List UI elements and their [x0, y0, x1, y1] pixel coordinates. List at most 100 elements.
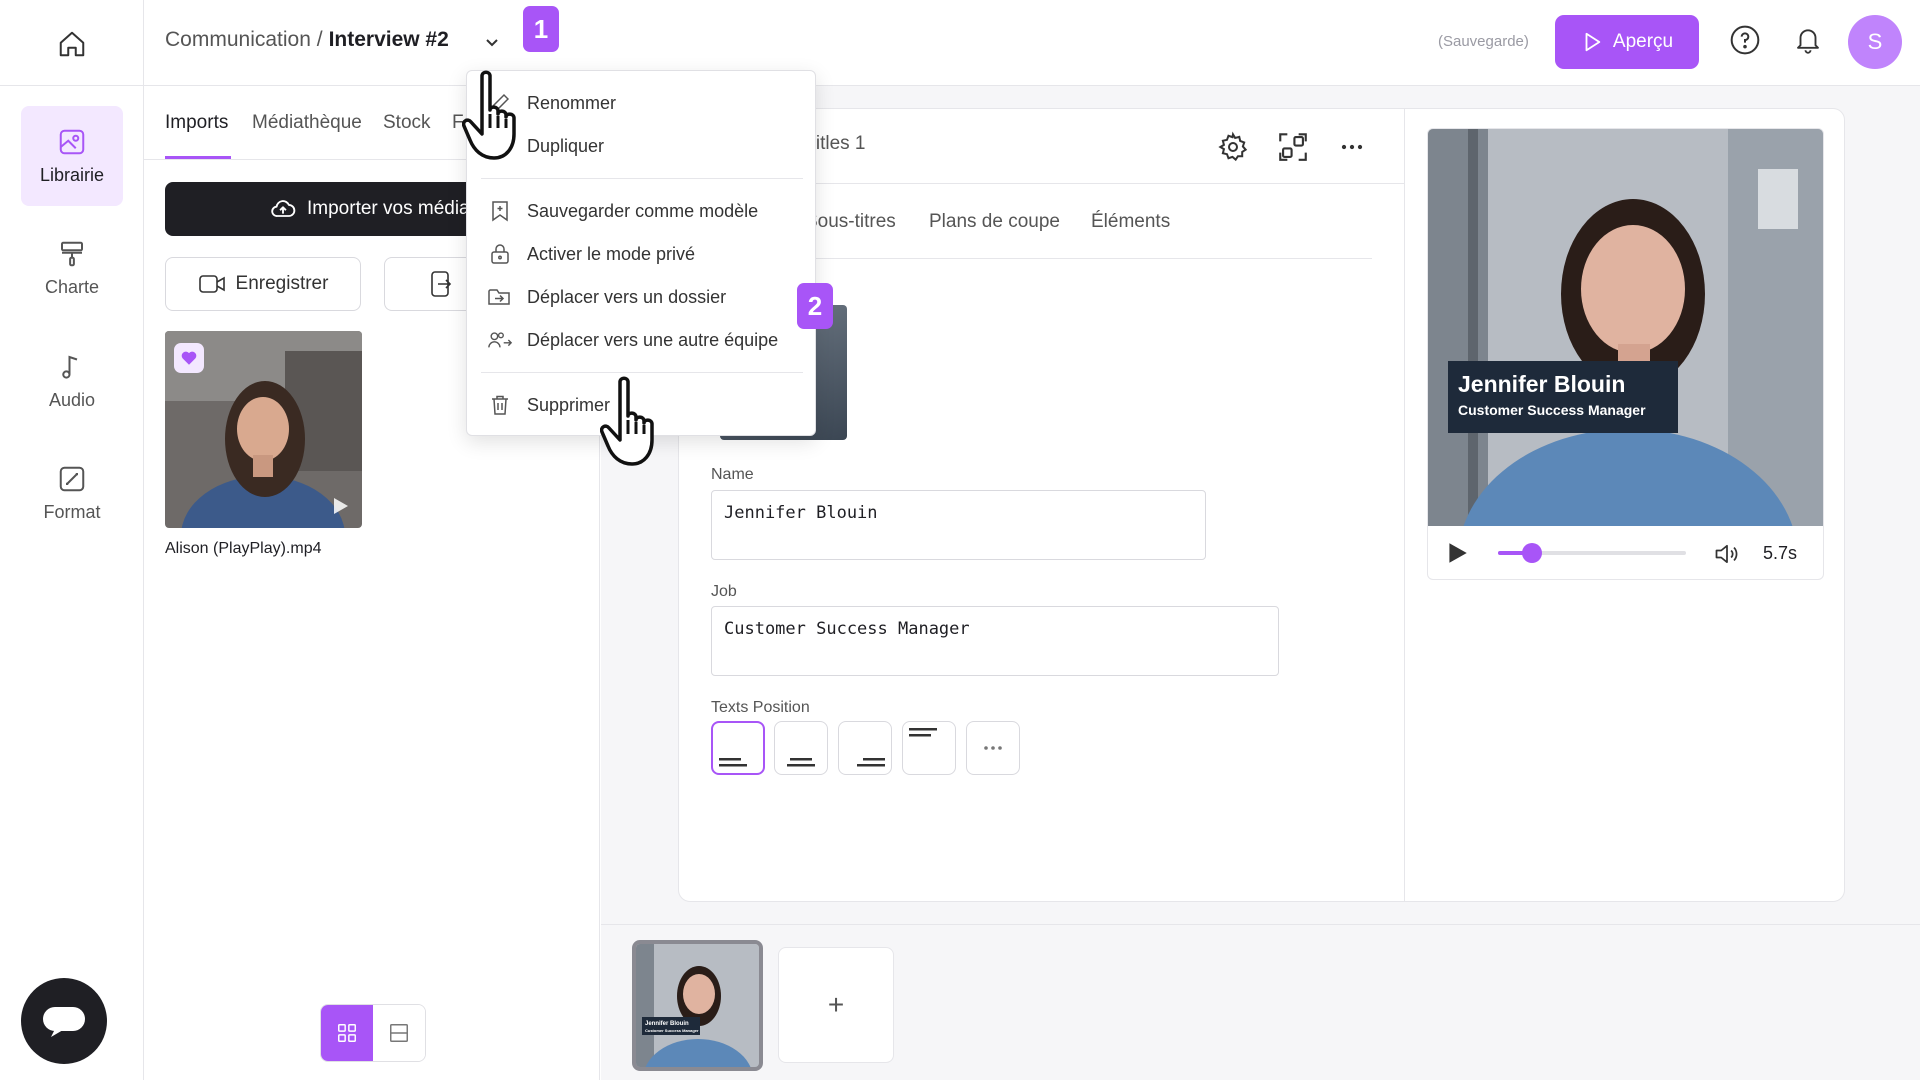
seek-bar[interactable]: [1498, 543, 1686, 563]
library-tab-imports[interactable]: Imports: [165, 112, 228, 134]
menu-label-delete: Supprimer: [527, 394, 611, 415]
editor-tab-cutaways[interactable]: Plans de coupe: [929, 211, 1060, 233]
step-badge-2: 2: [797, 283, 833, 329]
menu-item-private-mode[interactable]: Activer le mode privé: [487, 236, 807, 272]
editor-tab-elements[interactable]: Éléments: [1091, 211, 1170, 233]
chevron-down-icon: [486, 39, 498, 47]
list-view-icon: [390, 1024, 408, 1042]
video-preview: Jennifer Blouin Customer Success Manager…: [1427, 128, 1824, 580]
rail-label-librairie: Librairie: [39, 164, 105, 185]
editor-tab-subtitles[interactable]: Sous-titres: [805, 211, 896, 233]
menu-divider: [481, 178, 803, 179]
lower-third-job: Customer Success Manager: [1458, 402, 1646, 418]
position-top-left-button[interactable]: [902, 721, 956, 775]
menu-item-move-team[interactable]: Déplacer vers une autre équipe: [487, 322, 807, 358]
align-bottom-right-icon: [857, 758, 885, 767]
position-more-button[interactable]: [966, 721, 1020, 775]
play-icon: [1449, 543, 1467, 563]
rail-label-format: Format: [43, 501, 101, 522]
menu-item-save-template[interactable]: Sauvegarder comme modèle: [487, 193, 807, 229]
music-note-icon: [62, 355, 78, 379]
home-button[interactable]: [52, 24, 92, 64]
position-bottom-center-button[interactable]: [774, 721, 828, 775]
rail-item-format[interactable]: Format: [21, 443, 123, 543]
step-badge-1: 1: [523, 6, 559, 52]
add-scene-button[interactable]: +: [778, 947, 894, 1063]
editor-preview-divider: [1404, 108, 1405, 902]
rail-item-librairie[interactable]: Librairie: [21, 106, 123, 206]
pointer-hand-icon: [600, 376, 676, 468]
timeline-scene-thumbnail[interactable]: Jennifer Blouin Customer Success Manager: [632, 940, 763, 1071]
rail-label-charte: Charte: [44, 276, 100, 297]
preview-button[interactable]: Aperçu: [1555, 15, 1699, 69]
play-outline-icon: [1585, 32, 1601, 52]
import-media-label: Importer vos média: [307, 198, 470, 219]
thumb-lower-third-name: Jennifer Blouin: [645, 1021, 689, 1027]
media-play-indicator: [328, 494, 352, 518]
notifications-button[interactable]: [1793, 24, 1829, 60]
record-label: Enregistrer: [235, 273, 329, 294]
gear-icon: [1218, 131, 1248, 162]
lower-third-overlay: Jennifer Blouin Customer Success Manager: [1448, 361, 1678, 433]
play-button[interactable]: [1444, 540, 1470, 566]
job-field[interactable]: Customer Success Manager: [711, 606, 1279, 676]
texts-position-label: Texts Position: [711, 699, 810, 716]
rail-item-audio[interactable]: Audio: [21, 331, 123, 431]
pointer-hand-icon: [462, 70, 538, 162]
home-icon: [59, 31, 85, 57]
volume-button[interactable]: [1713, 540, 1741, 568]
more-options-button[interactable]: [1336, 131, 1368, 163]
menu-label-move-team: Déplacer vers une autre équipe: [527, 329, 779, 350]
breadcrumb-root[interactable]: Communication /: [165, 28, 323, 52]
lower-third-name: Jennifer Blouin: [1458, 371, 1626, 397]
ellipsis-icon: [984, 746, 1002, 750]
library-tab-stock[interactable]: Stock: [383, 112, 431, 134]
position-bottom-right-button[interactable]: [838, 721, 892, 775]
layout-button[interactable]: [1276, 130, 1310, 164]
grid-icon: [338, 1024, 356, 1042]
thumb-lower-third-job: Customer Success Manager: [645, 1028, 699, 1033]
scene-settings-button[interactable]: [1217, 131, 1249, 163]
menu-divider: [481, 372, 803, 373]
folder-move-icon: [487, 284, 513, 310]
save-status: (Sauvegarde): [1438, 33, 1529, 50]
list-view-button[interactable]: [373, 1005, 425, 1061]
media-thumbnail[interactable]: [165, 331, 362, 528]
help-button[interactable]: [1729, 24, 1765, 60]
bell-icon: [1797, 29, 1819, 54]
scene-thumbnail-image: Jennifer Blouin Customer Success Manager: [636, 944, 759, 1067]
active-tab-indicator: [165, 156, 231, 159]
grid-view-button[interactable]: [321, 1005, 373, 1061]
library-tab-mediatheque[interactable]: Médiathèque: [252, 112, 362, 134]
seek-handle[interactable]: [1521, 543, 1542, 563]
ellipsis-icon: [1341, 144, 1363, 150]
phone-import-icon: [431, 271, 452, 297]
favorite-badge[interactable]: [174, 343, 204, 373]
title-menu-toggle[interactable]: [480, 30, 504, 54]
lock-icon: [487, 241, 513, 267]
breadcrumb: Communication / Interview #2: [165, 28, 449, 52]
media-filename: Alison (PlayPlay).mp4: [165, 540, 322, 557]
resize-icon: [59, 466, 85, 491]
import-media-button[interactable]: Importer vos média: [165, 182, 505, 236]
user-avatar[interactable]: S: [1848, 15, 1902, 69]
video-frame[interactable]: Jennifer Blouin Customer Success Manager: [1428, 129, 1823, 526]
position-bottom-left-button[interactable]: [711, 721, 765, 775]
view-toggle: [320, 1004, 426, 1062]
record-button[interactable]: Enregistrer: [165, 257, 361, 311]
align-bottom-center-icon: [787, 758, 815, 767]
align-bottom-left-icon: [719, 758, 747, 767]
play-icon: [334, 498, 348, 514]
rail-item-charte[interactable]: Charte: [21, 218, 123, 318]
top-bar-divider: [143, 0, 144, 86]
chat-icon: [43, 1007, 85, 1037]
name-field[interactable]: Jennifer Blouin: [711, 490, 1206, 560]
menu-label-rename: Renommer: [527, 92, 617, 113]
paint-roller-icon: [61, 241, 83, 266]
project-title[interactable]: Interview #2: [329, 28, 449, 52]
chat-button[interactable]: [21, 978, 107, 1064]
speaker-icon: [1715, 544, 1738, 564]
menu-item-move-folder[interactable]: Déplacer vers un dossier: [487, 279, 807, 315]
video-camera-icon: [198, 275, 225, 293]
image-icon: [59, 129, 85, 154]
